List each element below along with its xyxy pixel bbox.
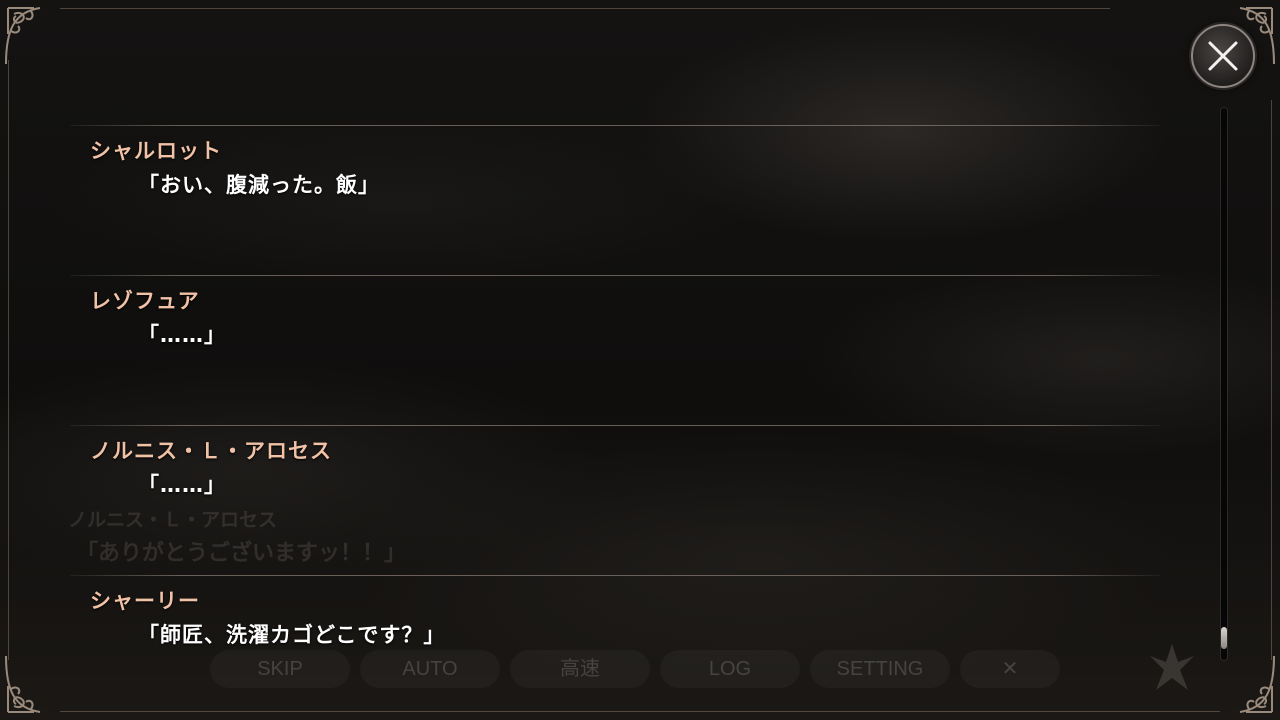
scrollbar-thumb[interactable] xyxy=(1221,627,1227,650)
log-entry[interactable]: ノルニス・Ｌ・アロセス 「……」 xyxy=(70,425,1160,575)
backlog-screen: SKIP AUTO 高速 LOG SETTING ✕ ノルニス・Ｌ・アロセス 「… xyxy=(0,0,1280,720)
backlog-list: シャルロット 「おい、腹減った。飯」 レゾフュア 「……」 ノルニス・Ｌ・アロセ… xyxy=(0,0,1280,720)
log-entry[interactable]: シャルロット 「おい、腹減った。飯」 xyxy=(70,125,1160,275)
log-scrollbar[interactable] xyxy=(1221,108,1227,660)
close-icon xyxy=(1208,41,1238,71)
dialogue-line: 「……」 xyxy=(138,323,226,347)
log-entry[interactable]: シャーリー 「師匠、洗濯カゴどこです？」 xyxy=(70,575,1160,720)
speaker-name: シャーリー xyxy=(90,589,200,613)
log-divider xyxy=(70,275,1160,276)
log-entry[interactable]: レゾフュア 「……」 xyxy=(70,275,1160,425)
dialogue-line: 「……」 xyxy=(138,473,226,497)
close-button[interactable] xyxy=(1191,24,1255,88)
log-divider xyxy=(70,125,1160,126)
speaker-name: シャルロット xyxy=(90,139,222,163)
log-divider xyxy=(70,575,1160,576)
speaker-name: レゾフュア xyxy=(90,289,200,313)
speaker-name: ノルニス・Ｌ・アロセス xyxy=(90,439,332,463)
log-divider xyxy=(70,425,1160,426)
dialogue-line: 「おい、腹減った。飯」 xyxy=(138,173,380,197)
dialogue-line: 「師匠、洗濯カゴどこです？」 xyxy=(138,623,446,647)
